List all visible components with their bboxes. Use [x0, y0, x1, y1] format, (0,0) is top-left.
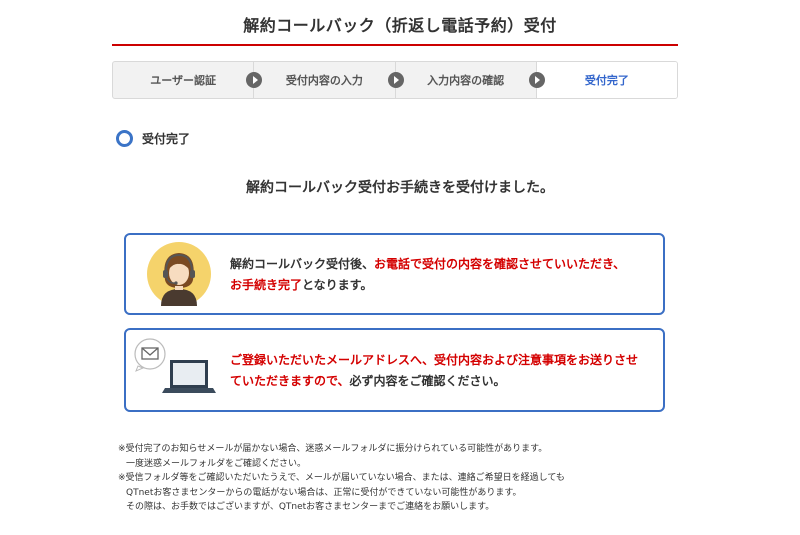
- step-label: 受付完了: [584, 74, 629, 87]
- step-label: 入力内容の確認: [427, 74, 505, 87]
- title-divider: [112, 44, 678, 46]
- note-line: QTnetお客さまセンターからの電話がない場合は、正常に受付ができていない可能性…: [126, 487, 522, 498]
- chevron-right-icon: [387, 72, 404, 88]
- step-label: 受付内容の入力: [285, 74, 363, 87]
- step-complete: 受付完了: [536, 62, 677, 98]
- step-user-auth: ユーザー認証: [113, 62, 263, 98]
- card-text-plain: 必ず内容をご確認ください。: [349, 374, 506, 388]
- note-line: ※受付完了のお知らせメールが届かない場合、迷惑メールフォルダに振分けられている可…: [118, 444, 548, 454]
- step-input: 受付内容の入力: [254, 62, 404, 98]
- card-text-plain: となります。: [302, 278, 373, 292]
- circle-icon: [116, 130, 133, 147]
- progress-stepper: ユーザー認証 受付内容の入力 入力内容の確認 受付完了: [112, 61, 678, 99]
- mail-laptop-icon: [134, 338, 216, 393]
- step-label: ユーザー認証: [150, 74, 217, 87]
- note-line: その際は、お手数ではございますが、QTnetお客さまセンターまでご連絡をお願いし…: [126, 502, 495, 512]
- email-card-text: ご登録いただいたメールアドレスへ、受付内容および注意事項をお送りさせていただきま…: [230, 350, 649, 392]
- completion-message: 解約コールバック受付お手続きを受付けました。: [246, 180, 554, 196]
- section-heading: 受付完了: [116, 130, 190, 147]
- card-text-emphasis: お電話で受付の内容を確認させていいただき、: [374, 257, 626, 271]
- section-title: 受付完了: [142, 132, 191, 146]
- card-text-plain: 解約コールバック受付後、: [230, 257, 375, 271]
- operator-avatar-icon: [147, 242, 211, 306]
- phone-card-text: 解約コールバック受付後、お電話で受付の内容を確認させていいただき、 お手続き完了…: [230, 254, 649, 296]
- chevron-right-icon: [528, 72, 545, 88]
- note-line: ※受信フォルダ等をご確認いただいたうえで、メールが届いていない場合、または、連絡…: [118, 473, 565, 483]
- email-notice-card: ご登録いただいたメールアドレスへ、受付内容および注意事項をお送りさせていただきま…: [124, 328, 665, 412]
- card-text-emphasis: お手続き完了: [230, 278, 303, 292]
- notes-section: ※受付完了のお知らせメールが届かない場合、迷惑メールフォルダに振分けられている可…: [118, 442, 565, 515]
- note-line: 一度迷惑メールフォルダをご確認ください。: [126, 458, 307, 469]
- page-title: 解約コールバック（折返し電話予約）受付: [243, 16, 557, 35]
- phone-confirmation-card: 解約コールバック受付後、お電話で受付の内容を確認させていいただき、 お手続き完了…: [124, 233, 665, 315]
- step-confirm: 入力内容の確認: [396, 62, 545, 98]
